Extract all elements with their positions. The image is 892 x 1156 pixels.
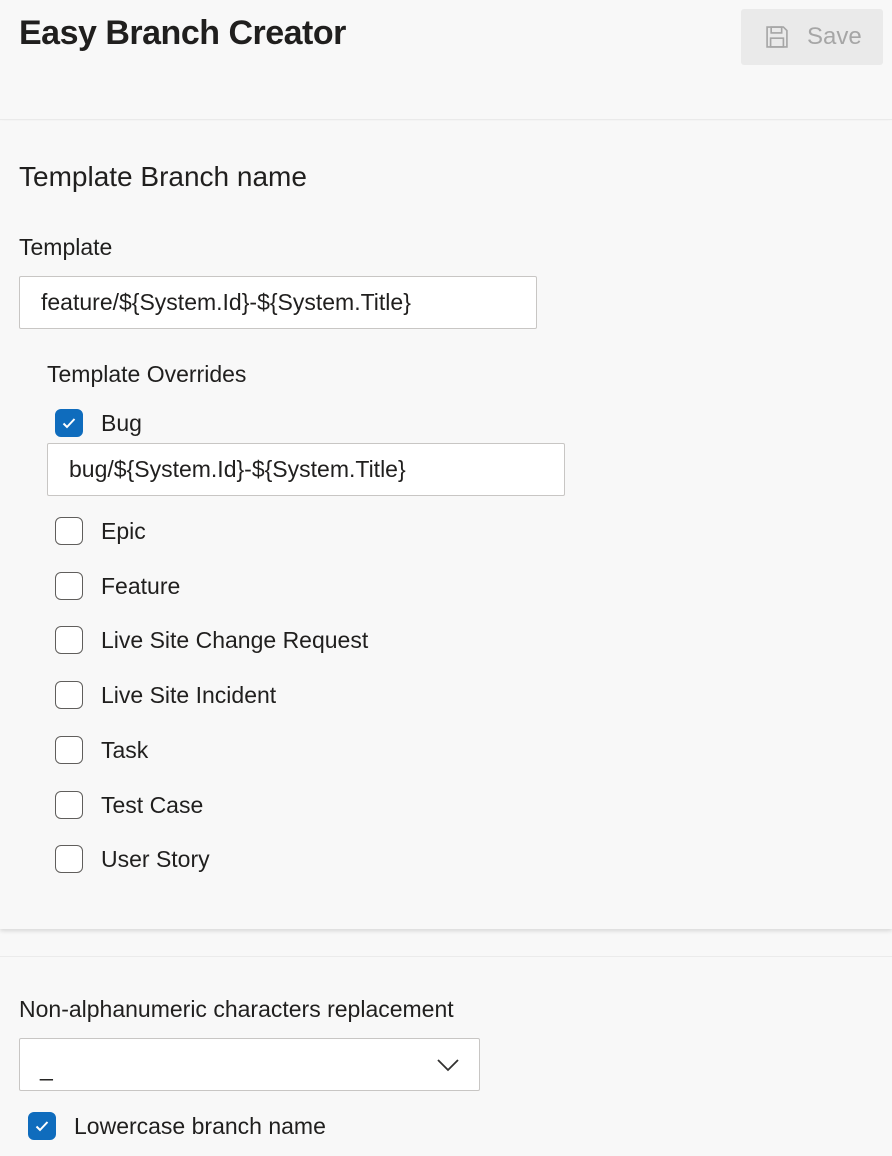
replacement-dropdown[interactable]: _ bbox=[19, 1038, 480, 1091]
lowercase-option[interactable]: Lowercase branch name bbox=[28, 1111, 326, 1141]
lowercase-label: Lowercase branch name bbox=[74, 1112, 326, 1139]
template-label: Template bbox=[19, 234, 113, 260]
checkmark-icon bbox=[35, 1121, 49, 1132]
checkbox-epic[interactable] bbox=[55, 517, 83, 545]
page-title: Easy Branch Creator bbox=[19, 14, 346, 52]
section-divider bbox=[0, 956, 892, 957]
override-label-bug: Bug bbox=[101, 409, 142, 436]
checkbox-bug[interactable] bbox=[55, 409, 83, 437]
save-button[interactable]: Save bbox=[741, 9, 883, 65]
checkbox-task[interactable] bbox=[55, 736, 83, 764]
override-bug[interactable]: Bug bbox=[55, 408, 142, 438]
template-card: Template Branch name Template Template O… bbox=[0, 121, 892, 929]
override-live-site-incident[interactable]: Live Site Incident bbox=[55, 680, 276, 710]
section-title: Template Branch name bbox=[19, 161, 307, 192]
override-task[interactable]: Task bbox=[55, 735, 148, 765]
checkbox-live-site-incident[interactable] bbox=[55, 681, 83, 709]
override-label-live-site-incident: Live Site Incident bbox=[101, 681, 277, 708]
override-feature[interactable]: Feature bbox=[55, 571, 180, 601]
bug-template-input[interactable] bbox=[47, 443, 565, 496]
dropdown-selected-value: _ bbox=[40, 1055, 53, 1081]
override-label-user-story: User Story bbox=[101, 845, 210, 872]
override-label-epic: Epic bbox=[101, 517, 146, 544]
checkmark-icon bbox=[62, 418, 76, 429]
override-user-story[interactable]: User Story bbox=[55, 844, 210, 874]
override-label-feature: Feature bbox=[101, 572, 181, 599]
chevron-down-icon bbox=[437, 1058, 459, 1071]
checkbox-lowercase[interactable] bbox=[28, 1112, 56, 1140]
checkbox-feature[interactable] bbox=[55, 572, 83, 600]
checkbox-user-story[interactable] bbox=[55, 845, 83, 873]
header-bar: Easy Branch Creator Save bbox=[0, 0, 892, 120]
replacement-label: Non-alphanumeric characters replacement bbox=[19, 996, 454, 1022]
save-button-label: Save bbox=[807, 23, 862, 50]
override-label-task: Task bbox=[101, 736, 149, 763]
override-test-case[interactable]: Test Case bbox=[55, 790, 203, 820]
checkbox-live-site-change-request[interactable] bbox=[55, 626, 83, 654]
override-epic[interactable]: Epic bbox=[55, 516, 146, 546]
template-overrides-label: Template Overrides bbox=[47, 361, 247, 387]
template-input[interactable] bbox=[19, 276, 537, 329]
checkbox-test-case[interactable] bbox=[55, 791, 83, 819]
override-label-test-case: Test Case bbox=[101, 791, 204, 818]
override-live-site-change-request[interactable]: Live Site Change Request bbox=[55, 625, 368, 655]
floppy-disk-icon bbox=[766, 26, 788, 48]
override-label-live-site-change-request: Live Site Change Request bbox=[101, 626, 369, 653]
